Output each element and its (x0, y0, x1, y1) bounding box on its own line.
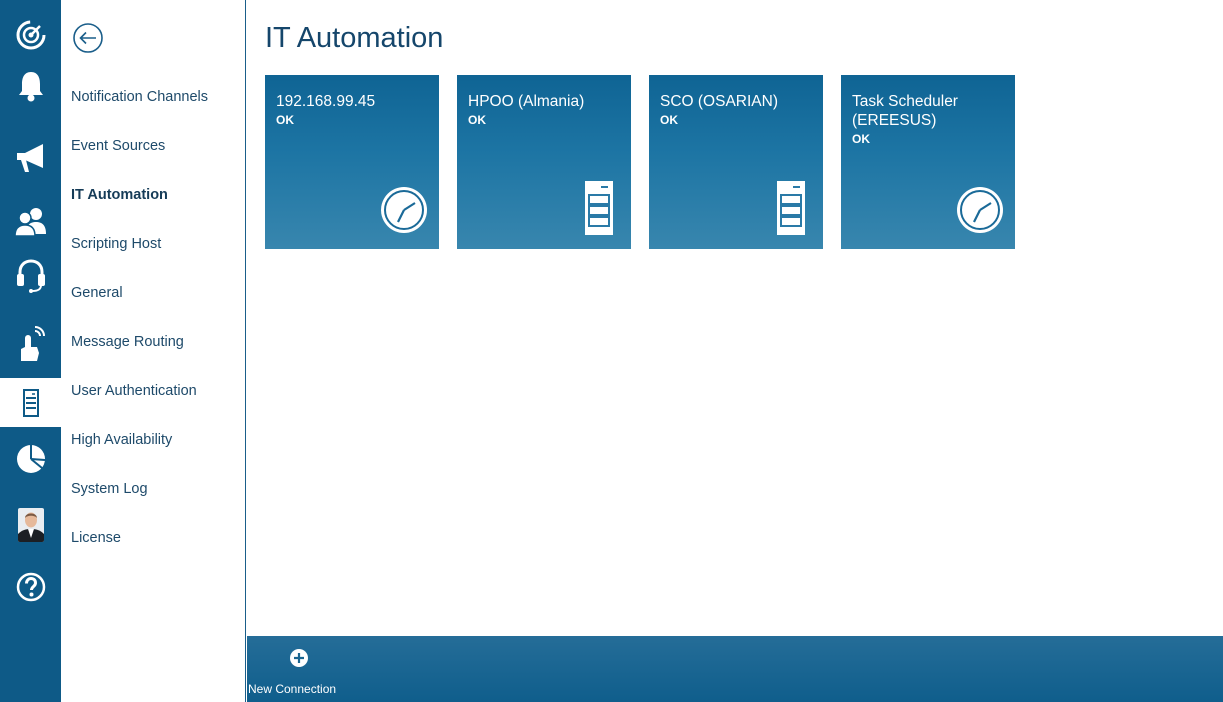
tile-name: Task Scheduler (EREESUS) (852, 93, 958, 129)
nav-item-it-automation[interactable]: IT Automation (71, 187, 168, 203)
connection-tile[interactable]: SCO (OSARIAN) OK (649, 75, 823, 249)
tile-status: OK (852, 132, 870, 146)
dashboard-icon[interactable] (0, 10, 61, 59)
plus-circle-icon (289, 648, 309, 673)
nav-item-general[interactable]: General (71, 285, 123, 301)
users-icon[interactable] (0, 196, 61, 245)
clock-icon (955, 185, 1005, 240)
help-icon[interactable] (0, 562, 61, 611)
connection-tile[interactable]: Task Scheduler (EREESUS) OK (841, 75, 1015, 249)
page-title: IT Automation (265, 22, 444, 54)
megaphone-icon[interactable] (0, 133, 61, 182)
clock-icon (379, 185, 429, 240)
new-connection-label: New Connection (248, 682, 337, 696)
nav-item-system-log[interactable]: System Log (71, 481, 148, 497)
nav-item-event-sources[interactable]: Event Sources (71, 138, 165, 154)
tile-status: OK (660, 113, 678, 127)
server-icon (777, 181, 805, 240)
connection-tile[interactable]: HPOO (Almania) OK (457, 75, 631, 249)
bell-icon[interactable] (0, 61, 61, 110)
icon-rail (0, 0, 61, 702)
nav-item-scripting-host[interactable]: Scripting Host (71, 236, 161, 252)
nav-item-high-availability[interactable]: High Availability (71, 432, 172, 448)
headset-icon[interactable] (0, 250, 61, 299)
server-icon (585, 181, 613, 240)
nav-item-user-authentication[interactable]: User Authentication (71, 383, 197, 399)
bottom-toolbar: New Connection (247, 636, 1223, 702)
nav-item-license[interactable]: License (71, 530, 121, 546)
back-button[interactable] (72, 22, 104, 54)
back-arrow-icon (73, 23, 103, 53)
nav-item-notification-channels[interactable]: Notification Channels (71, 89, 208, 105)
settings-nav: Notification Channels Event Sources IT A… (61, 0, 246, 702)
tile-status: OK (468, 113, 486, 127)
connection-tile[interactable]: 192.168.99.45 OK (265, 75, 439, 249)
touch-icon[interactable] (0, 318, 61, 367)
new-connection-button[interactable]: New Connection (247, 636, 351, 702)
tile-name: SCO (OSARIAN) (660, 93, 778, 110)
pie-chart-icon[interactable] (0, 434, 61, 483)
avatar[interactable] (0, 500, 61, 549)
server-icon[interactable] (0, 378, 61, 427)
tile-status: OK (276, 113, 294, 127)
tile-name: 192.168.99.45 (276, 93, 376, 110)
tile-name: HPOO (Almania) (468, 93, 585, 110)
nav-item-message-routing[interactable]: Message Routing (71, 334, 184, 350)
